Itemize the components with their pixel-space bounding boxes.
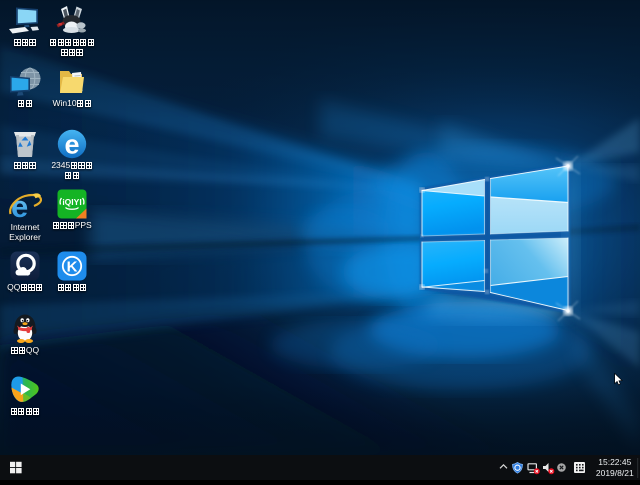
svg-text:iQIYI: iQIYI [62, 197, 81, 207]
svg-text:K: K [67, 259, 78, 276]
svg-text:2019/8/21: 2019/8/21 [596, 468, 634, 478]
svg-text:e: e [64, 130, 79, 160]
svg-text:15:22:45: 15:22:45 [598, 457, 631, 467]
